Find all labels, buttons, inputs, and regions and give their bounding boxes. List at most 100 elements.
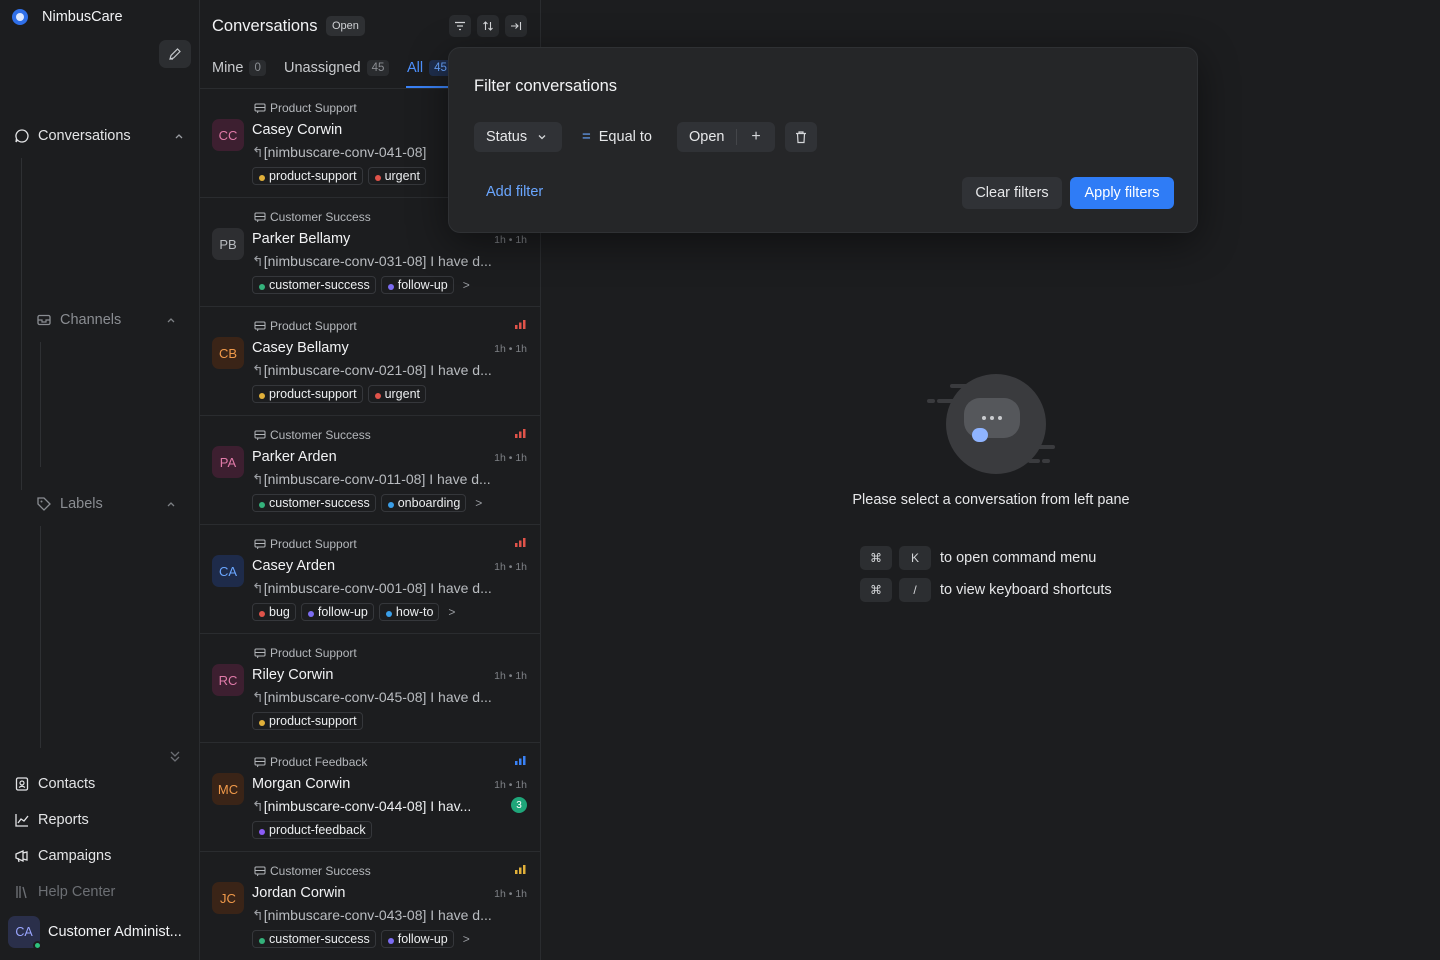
priority-icon (515, 429, 526, 438)
message-snippet: ↰[nimbuscare-conv-011-08] I have d... (252, 471, 522, 488)
empty-state-text: Please select a conversation from left p… (852, 492, 1130, 508)
avatar-initials: CB (218, 345, 238, 361)
nav-conversations[interactable]: Conversations (14, 128, 131, 144)
avatar: PB (212, 228, 244, 260)
tree-line (40, 526, 41, 748)
inbox-name: Customer Success (254, 428, 371, 442)
nav-channels[interactable]: Channels (36, 312, 121, 328)
more-labels-chevron-icon[interactable]: > (463, 932, 470, 946)
delete-filter-button[interactable] (785, 122, 817, 152)
label-chip[interactable]: customer-success (252, 276, 376, 294)
reports-icon (15, 814, 29, 827)
avatar: RC (212, 664, 244, 696)
nav-labels[interactable]: Labels (36, 496, 103, 512)
filter-button[interactable] (449, 15, 471, 37)
add-value-plus-icon[interactable]: + (737, 128, 775, 146)
chevron-up-icon[interactable] (166, 500, 176, 508)
compose-button[interactable] (159, 40, 191, 68)
label-chip[interactable]: product-support (252, 712, 363, 730)
brand-name: NimbusCare (42, 9, 123, 25)
label-chip[interactable]: onboarding (380, 494, 467, 512)
avatar-initials: CA (15, 925, 33, 939)
inbox-icon (254, 212, 266, 223)
timestamp: 1h • 1h (494, 343, 527, 355)
filter-operator-label: Equal to (598, 128, 652, 145)
kbd-cmd: ⌘ (860, 578, 892, 602)
conversation-item[interactable]: Customer Success JC Jordan Corwin 1h • 1h ↰[… (200, 852, 540, 960)
scroll-down-icon[interactable] (168, 749, 182, 765)
label-chip[interactable]: customer-success (252, 930, 376, 948)
filter-operator-select[interactable]: = Equal to (582, 128, 652, 145)
reply-arrow-icon: ↰ (252, 689, 264, 705)
equals-icon: = (582, 128, 591, 145)
more-labels-chevron-icon[interactable]: > (475, 496, 482, 510)
avatar-initials: RC (218, 672, 238, 688)
chevron-up-icon[interactable] (166, 316, 176, 324)
nav-contacts[interactable]: Contacts (14, 776, 95, 792)
empty-illustration-icon (946, 374, 1046, 474)
tab-unassigned[interactable]: Unassigned 45 (284, 60, 390, 76)
contacts-icon (15, 777, 29, 791)
snippet-text: [nimbuscare-conv-001-08] I have d... (263, 580, 492, 596)
tab-count: 45 (366, 60, 390, 76)
label-chip[interactable]: urgent (367, 167, 427, 185)
inbox-icon (254, 103, 266, 114)
avatar: CB (212, 337, 244, 369)
contact-name: Jordan Corwin (252, 885, 346, 901)
label-chip[interactable]: product-feedback (252, 821, 372, 839)
tab-label: All (407, 60, 424, 76)
shortcut-text: to view keyboard shortcuts (940, 582, 1112, 598)
brand-logo-icon (12, 9, 28, 25)
label-chip[interactable]: product-support (252, 385, 363, 403)
user-profile[interactable]: CA Customer Administ... (8, 916, 182, 950)
filter-title: Filter conversations (474, 77, 618, 95)
label-chip[interactable]: urgent (367, 385, 427, 403)
message-snippet: ↰[nimbuscare-conv-021-08] I have d... (252, 362, 522, 379)
chevron-up-icon[interactable] (174, 132, 184, 140)
inbox-label: Customer Success (270, 210, 371, 224)
conversation-item[interactable]: Product Support CB Casey Bellamy 1h • 1h ↰[n… (200, 307, 540, 416)
inbox-label: Product Feedback (270, 755, 368, 769)
label-chip[interactable]: customer-success (252, 494, 376, 512)
reply-arrow-icon: ↰ (252, 798, 264, 814)
labels-row: product-support urgent (252, 385, 427, 403)
clear-filters-button[interactable]: Clear filters (962, 177, 1062, 209)
nav-help-center[interactable]: Help Center (14, 884, 115, 900)
nav-campaigns[interactable]: Campaigns (14, 848, 111, 864)
inbox-icon (254, 648, 266, 659)
sort-icon (483, 21, 493, 31)
labels-row: customer-success follow-up > (252, 930, 470, 948)
brand[interactable]: NimbusCare (12, 9, 123, 25)
tag-icon (37, 497, 51, 511)
nav-campaigns-label: Campaigns (38, 848, 112, 864)
filter-value-select[interactable]: Open + (677, 122, 775, 152)
more-labels-chevron-icon[interactable]: > (448, 605, 455, 619)
nav-reports[interactable]: Reports (14, 812, 89, 828)
collapse-panel-button[interactable] (505, 15, 527, 37)
add-filter-button[interactable]: Add filter (486, 184, 543, 200)
label-chip[interactable]: product-support (252, 167, 363, 185)
labels-row: product-support urgent (252, 167, 427, 185)
reply-arrow-icon: ↰ (252, 907, 264, 923)
contact-name: Casey Corwin (252, 122, 343, 138)
conversation-item[interactable]: Product Support CA Casey Arden 1h • 1h ↰[nim… (200, 525, 540, 634)
label-chip[interactable]: follow-up (380, 276, 454, 294)
label-chip[interactable]: follow-up (300, 603, 374, 621)
tab-mine[interactable]: Mine 0 (212, 60, 266, 76)
more-labels-chevron-icon[interactable]: > (463, 278, 470, 292)
tab-all[interactable]: All 45 (407, 60, 452, 76)
label-chip[interactable]: follow-up (380, 930, 454, 948)
conversation-item[interactable]: Customer Success PA Parker Arden 1h • 1h ↰[n… (200, 416, 540, 525)
label-chip[interactable]: bug (252, 603, 296, 621)
inbox-icon (254, 321, 266, 332)
filter-field-select[interactable]: Status (474, 122, 562, 152)
inbox-name: Product Support (254, 646, 357, 660)
help-center-icon (16, 886, 27, 899)
conversation-item[interactable]: Product Feedback MC Morgan Corwin 1h • 1h ↰[… (200, 743, 540, 852)
label-chip[interactable]: how-to (378, 603, 440, 621)
nav-reports-label: Reports (38, 812, 89, 828)
inbox-name: Product Support (254, 101, 357, 115)
sort-button[interactable] (477, 15, 499, 37)
apply-filters-button[interactable]: Apply filters (1070, 177, 1174, 209)
conversation-item[interactable]: Product Support RC Riley Corwin 1h • 1h ↰[ni… (200, 634, 540, 743)
